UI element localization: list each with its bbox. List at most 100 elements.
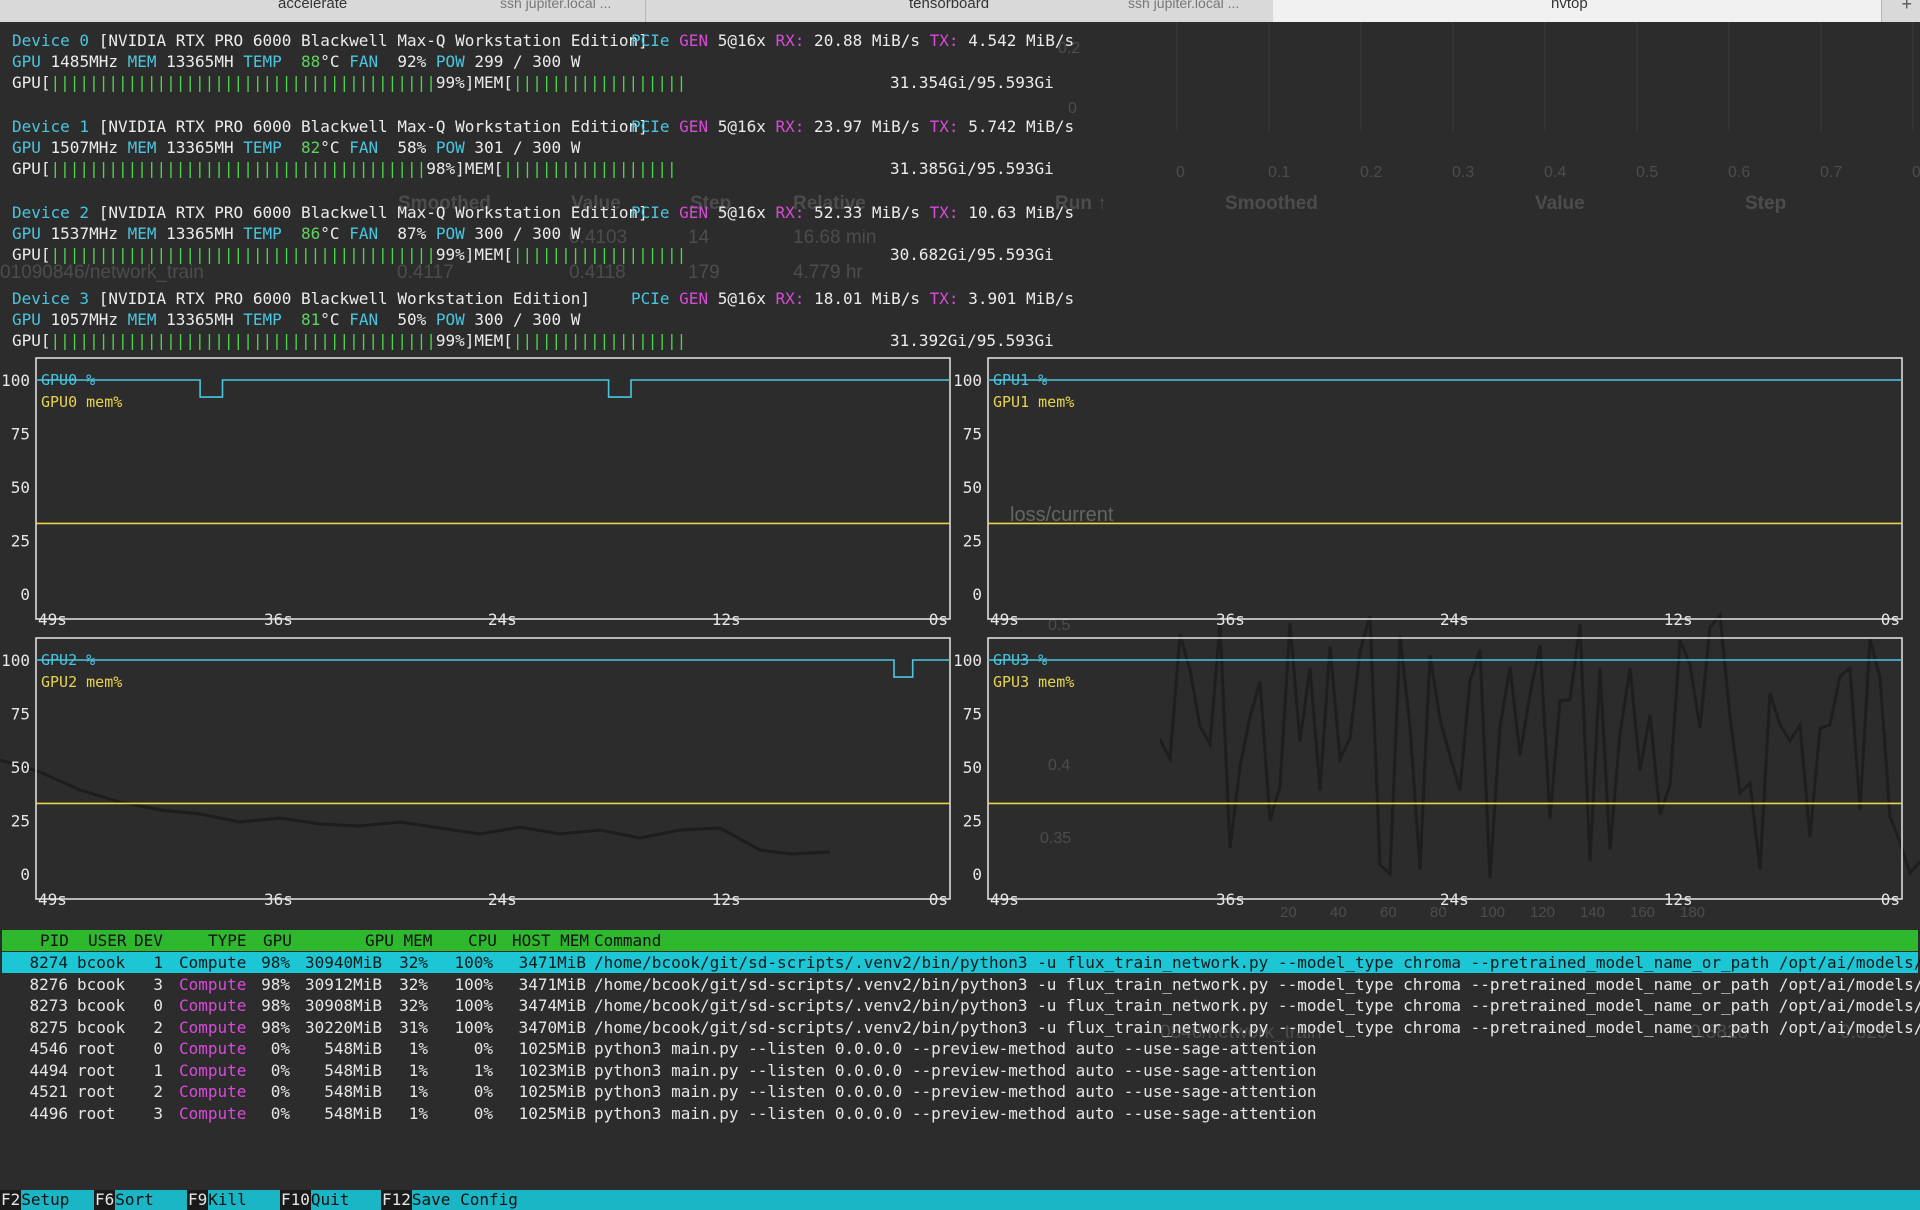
device-cell: 0	[153, 996, 163, 1015]
temp-value: 81	[281, 310, 321, 329]
x-tick-label: 12s	[1664, 610, 1693, 629]
y-tick-label: 0	[972, 865, 982, 884]
cpu-usage-cell: 100%	[454, 953, 493, 972]
mem-label: MEM	[127, 52, 157, 71]
process-row[interactable]: 8276 bcook 3 Compute 98% 30912MiB 32% 100% 3471M…	[2, 974, 1920, 995]
fkey-quit[interactable]: F10 Quit	[280, 1190, 349, 1210]
gpu-mem-percent-cell: 1%	[408, 1039, 428, 1058]
ghost-train-step: 179	[688, 262, 720, 283]
column-header[interactable]: CPU	[468, 931, 497, 950]
fkey-kill[interactable]: F9 Kill	[187, 1190, 247, 1210]
type-cell: Compute	[179, 1103, 247, 1123]
gpu-clock-value: 1485MHz	[40, 52, 128, 71]
legend-entry: GPU2 mem%	[41, 673, 122, 691]
device-name: [NVIDIA RTX PRO 6000 Blackwell Max-Q Wor…	[89, 117, 648, 136]
mem-usage-value: 31.385Gi/95.593Gi	[890, 159, 1054, 178]
gpu-label: GPU	[12, 310, 41, 329]
process-row[interactable]: 8275 bcook 2 Compute 98% 30220MiB 31% 100% 3470M…	[2, 1017, 1920, 1038]
pow-label: POW	[435, 138, 465, 157]
gpu-bar-close: ]	[455, 159, 465, 178]
tab-nvtop[interactable]: nvtop	[1273, 0, 1882, 22]
column-header[interactable]: PID	[40, 931, 69, 950]
rx-value: 23.97 MiB/s	[804, 117, 930, 136]
process-row[interactable]: 4521 root 2 Compute 0% 548MiB 1% 0% 1025MiB pytho…	[2, 1081, 1918, 1102]
mem-label: MEM	[127, 224, 157, 243]
fkey-sort[interactable]: F6 Sort	[94, 1190, 154, 1210]
x-tick-label: 36s	[264, 890, 293, 909]
x-tick-label: 0s	[929, 890, 948, 909]
pow-label: POW	[435, 310, 465, 329]
gen-label: GEN	[679, 117, 709, 136]
process-row[interactable]: 4494 root 1 Compute 0% 548MiB 1% 1% 1023MiB pytho…	[2, 1060, 1918, 1081]
rx-value: 52.33 MiB/s	[804, 203, 930, 222]
pid-cell: 4521	[29, 1082, 68, 1101]
fkey-save-config[interactable]: F12 Save Config	[381, 1190, 518, 1210]
device-cell: 3	[153, 1103, 163, 1123]
x-tick-label: 12s	[1664, 890, 1693, 909]
tab-tensorboard[interactable]: tensorboard ssh jupiter.local ...	[645, 0, 1274, 22]
ghost-axis-tick: 0	[1176, 164, 1185, 181]
tx-value: 5.742 MiB/s	[958, 117, 1075, 136]
gpu-mem-percent-cell: 1%	[408, 1082, 428, 1101]
fan-label: FAN	[349, 52, 379, 71]
gpu-mem-cell: 548MiB	[324, 1039, 383, 1058]
y-tick-label: 100	[1, 371, 30, 390]
process-row[interactable]: 4546 root 0 Compute 0% 548MiB 1% 0% 1025MiB pytho…	[2, 1038, 1918, 1059]
command-cell: python3 main.py --listen 0.0.0.0 --previ…	[594, 1082, 1317, 1101]
mem-clock-value: 13365MH	[156, 52, 244, 71]
gpu-util-value: 99%	[435, 331, 465, 350]
pcie-label: PCIe	[631, 203, 670, 222]
new-tab-button[interactable]: +	[1881, 0, 1920, 22]
nvtop-window: { "tabs": [ {"title": "accelerate", "sub…	[0, 0, 1920, 1210]
temp-unit: °C	[320, 52, 350, 71]
tx-value: 10.63 MiB/s	[958, 203, 1075, 222]
column-header[interactable]: HOST MEM	[512, 931, 589, 950]
type-cell: Compute	[179, 1017, 247, 1037]
function-key-bar: F2 Setup F6 Sort F9 Kill F10 Quit F12 Save Config	[0, 1190, 1920, 1210]
host-mem-cell: 1023MiB	[518, 1060, 587, 1080]
fkey-setup[interactable]: F2 Setup	[0, 1190, 69, 1210]
mem-clock-value: 13365MH	[156, 310, 244, 329]
fkey-key: F10	[280, 1190, 311, 1210]
x-tick-label: 24s	[488, 890, 517, 909]
process-row[interactable]: 8274 bcook 1 Compute 98% 30940MiB 32% 100% 3471M…	[2, 952, 1920, 973]
tab-accelerate[interactable]: accelerate ssh jupiter.local ...	[0, 0, 646, 22]
command-cell: python3 main.py --listen 0.0.0.0 --previ…	[594, 1103, 1317, 1123]
gpu-usage-cell: 98%	[261, 1017, 291, 1037]
gpu-usage-cell: 98%	[261, 974, 291, 994]
user-cell: bcook	[77, 953, 126, 972]
pcie-stats: PCIe GEN 5@16x RX: 20.88 MiB/s TX: 4.542…	[631, 30, 1074, 51]
column-header[interactable]: USER	[88, 931, 127, 950]
y-tick-label: 25	[963, 532, 982, 551]
gpu-mem-cell: 548MiB	[324, 1103, 383, 1123]
column-header[interactable]: GPU	[263, 931, 292, 950]
device-id: Device 3	[12, 289, 90, 308]
tab-title: accelerate	[278, 0, 348, 12]
device-id: Device 2	[12, 203, 90, 222]
column-header[interactable]: GPU MEM	[365, 931, 432, 950]
column-header[interactable]: TYPE	[208, 931, 247, 950]
host-mem-cell: 3470MiB	[518, 1017, 587, 1037]
column-header[interactable]: Command	[594, 931, 661, 950]
column-header[interactable]: DEV	[134, 931, 163, 950]
ghost-train-smoothed: 0.4117	[397, 262, 454, 283]
fkey-key: F6	[94, 1190, 116, 1210]
gpu-mem-cell: 548MiB	[324, 1082, 383, 1101]
gpu-mem-percent-cell: 32%	[399, 974, 429, 994]
mem-usage-value: 30.682Gi/95.593Gi	[890, 245, 1054, 264]
type-cell: Compute	[179, 1039, 247, 1058]
pid-cell: 8275	[29, 1017, 68, 1037]
pcie-stats: PCIe GEN 5@16x RX: 18.01 MiB/s TX: 3.901…	[631, 288, 1074, 309]
process-row[interactable]: 4496 root 3 Compute 0% 548MiB 1% 0% 1025MiB pytho…	[2, 1103, 1918, 1124]
x-tick-label: 49s	[990, 610, 1019, 629]
tx-label: TX:	[929, 203, 959, 222]
gpu-util-value: 99%	[435, 245, 465, 264]
device-usage-line: GPU[||||||||||||||||||||||||||||||||||||…	[12, 72, 1054, 93]
process-row[interactable]: 8273 bcook 0 Compute 98% 30908MiB 32% 100% 3474M…	[2, 995, 1920, 1016]
chart-frame	[35, 357, 951, 620]
device-header-line: Device 2 [NVIDIA RTX PRO 6000 Blackwell …	[12, 202, 1074, 223]
host-mem-cell: 3471MiB	[518, 953, 587, 972]
gpu-util-bar: ||||||||||||||||||||||||||||||||||||||||	[50, 73, 436, 92]
chart-svg: 100 75 50 25 0 49s 36s 24s 12s 0s GPU3 % GPU3 mem%	[953, 637, 1903, 909]
